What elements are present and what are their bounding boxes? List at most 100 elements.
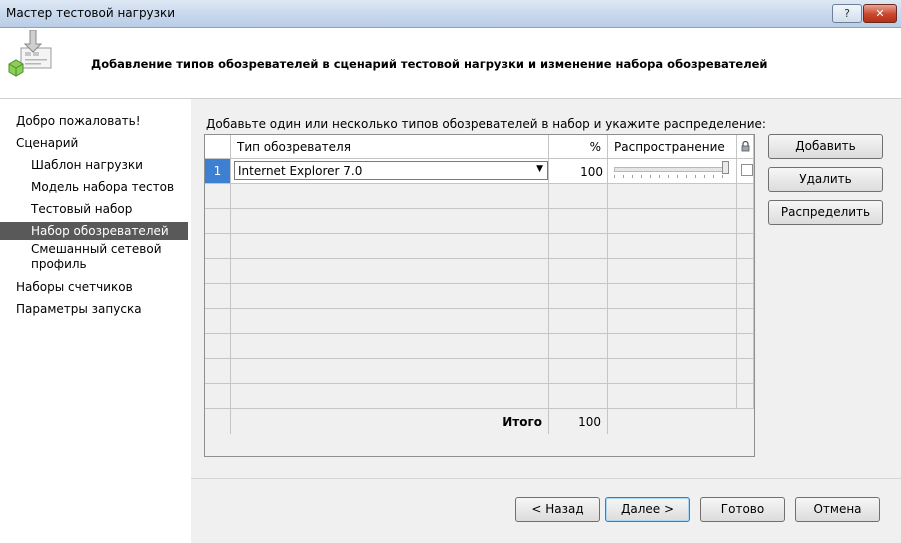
total-label-cell: Итого bbox=[231, 409, 549, 434]
empty-cell[interactable] bbox=[231, 284, 549, 309]
empty-cell[interactable] bbox=[737, 334, 754, 359]
column-header-label: Тип обозревателя bbox=[237, 140, 351, 154]
empty-cell[interactable] bbox=[549, 334, 608, 359]
row-number[interactable]: 1 bbox=[205, 159, 231, 184]
lock-checkbox[interactable] bbox=[741, 164, 753, 176]
add-button-label: Добавить bbox=[795, 139, 856, 153]
empty-cell[interactable] bbox=[737, 184, 754, 209]
empty-cell[interactable] bbox=[737, 309, 754, 334]
chevron-down-icon[interactable]: ▼ bbox=[536, 164, 543, 174]
distribution-slider-ticks bbox=[614, 175, 730, 178]
empty-row-header[interactable] bbox=[205, 284, 231, 309]
cancel-button-label: Отмена bbox=[813, 502, 862, 516]
empty-cell[interactable] bbox=[737, 259, 754, 284]
browser-type-combobox[interactable]: Internet Explorer 7.0 ▼ bbox=[234, 161, 548, 180]
column-header-browser-type[interactable]: Тип обозревателя bbox=[231, 135, 549, 159]
empty-cell[interactable] bbox=[608, 209, 737, 234]
empty-cell[interactable] bbox=[231, 334, 549, 359]
wizard-nav: Добро пожаловать! Сценарий Шаблон нагруз… bbox=[0, 99, 191, 543]
empty-cell[interactable] bbox=[231, 209, 549, 234]
column-header-label: % bbox=[589, 140, 601, 154]
help-button[interactable]: ? bbox=[832, 4, 862, 23]
empty-cell[interactable] bbox=[608, 384, 737, 409]
close-button[interactable]: ✕ bbox=[863, 4, 897, 23]
empty-cell[interactable] bbox=[549, 259, 608, 284]
empty-cell[interactable] bbox=[608, 309, 737, 334]
column-header-distribution[interactable]: Распространение bbox=[608, 135, 737, 159]
title-bar: Мастер тестовой нагрузки ? ✕ bbox=[0, 0, 901, 28]
distribute-button-label: Распределить bbox=[780, 205, 871, 219]
distribution-cell[interactable] bbox=[608, 159, 737, 184]
nav-item-scenario[interactable]: Сценарий bbox=[0, 134, 206, 152]
finish-button[interactable]: Готово bbox=[700, 497, 785, 522]
empty-row-header[interactable] bbox=[205, 234, 231, 259]
empty-row-header[interactable] bbox=[205, 184, 231, 209]
empty-cell[interactable] bbox=[737, 234, 754, 259]
empty-cell[interactable] bbox=[608, 359, 737, 384]
empty-cell[interactable] bbox=[549, 209, 608, 234]
footer-separator bbox=[191, 478, 901, 479]
distribution-slider-thumb[interactable] bbox=[722, 161, 729, 174]
empty-row-header[interactable] bbox=[205, 209, 231, 234]
empty-cell[interactable] bbox=[231, 184, 549, 209]
empty-cell[interactable] bbox=[549, 284, 608, 309]
distribution-slider-track[interactable] bbox=[614, 167, 729, 172]
distribute-button[interactable]: Распределить bbox=[768, 200, 883, 225]
percent-cell[interactable]: 100 bbox=[549, 159, 608, 184]
cancel-button[interactable]: Отмена bbox=[795, 497, 880, 522]
empty-cell[interactable] bbox=[549, 309, 608, 334]
finish-button-label: Готово bbox=[720, 502, 765, 516]
empty-cell[interactable] bbox=[549, 184, 608, 209]
page-title: Добавление типов обозревателей в сценари… bbox=[91, 57, 768, 71]
empty-cell[interactable] bbox=[549, 359, 608, 384]
empty-cell[interactable] bbox=[231, 384, 549, 409]
grid-corner bbox=[205, 135, 231, 159]
nav-item-test-mix[interactable]: Тестовый набор bbox=[0, 200, 221, 218]
empty-cell[interactable] bbox=[231, 259, 549, 284]
column-header-lock[interactable] bbox=[737, 135, 754, 159]
main-panel: Добавьте один или несколько типов обозре… bbox=[191, 99, 901, 543]
total-value: 100 bbox=[578, 415, 601, 429]
nav-item-welcome[interactable]: Добро пожаловать! bbox=[0, 112, 206, 130]
empty-cell[interactable] bbox=[231, 359, 549, 384]
empty-row-header[interactable] bbox=[205, 359, 231, 384]
empty-cell[interactable] bbox=[608, 234, 737, 259]
empty-cell[interactable] bbox=[608, 259, 737, 284]
browser-mix-grid[interactable]: Тип обозревателя % Распространение 1 Int… bbox=[204, 134, 755, 457]
next-button-label: Далее > bbox=[620, 502, 675, 516]
wizard-icon bbox=[8, 30, 52, 77]
add-button[interactable]: Добавить bbox=[768, 134, 883, 159]
back-button-label: < Назад bbox=[531, 502, 584, 516]
nav-item-run-settings[interactable]: Параметры запуска bbox=[0, 300, 206, 318]
column-header-percent[interactable]: % bbox=[549, 135, 608, 159]
empty-cell[interactable] bbox=[608, 334, 737, 359]
empty-row-header[interactable] bbox=[205, 384, 231, 409]
nav-item-test-mix-model[interactable]: Модель набора тестов bbox=[0, 178, 221, 196]
empty-cell[interactable] bbox=[737, 209, 754, 234]
percent-value: 100 bbox=[580, 165, 603, 179]
column-header-label: Распространение bbox=[614, 140, 725, 154]
empty-cell[interactable] bbox=[737, 384, 754, 409]
nav-item-counter-sets[interactable]: Наборы счетчиков bbox=[0, 278, 206, 296]
empty-cell[interactable] bbox=[549, 234, 608, 259]
empty-row-header[interactable] bbox=[205, 309, 231, 334]
lock-cell[interactable] bbox=[737, 159, 754, 184]
empty-row-header[interactable] bbox=[205, 334, 231, 359]
empty-cell[interactable] bbox=[737, 359, 754, 384]
empty-cell[interactable] bbox=[231, 309, 549, 334]
empty-cell[interactable] bbox=[549, 384, 608, 409]
nav-item-load-pattern[interactable]: Шаблон нагрузки bbox=[0, 156, 221, 174]
empty-cell[interactable] bbox=[737, 284, 754, 309]
remove-button[interactable]: Удалить bbox=[768, 167, 883, 192]
empty-cell[interactable] bbox=[608, 284, 737, 309]
lock-icon bbox=[741, 141, 750, 152]
back-button[interactable]: < Назад bbox=[515, 497, 600, 522]
nav-item-network-mix[interactable]: Смешанный сетевой профиль bbox=[0, 242, 181, 276]
next-button[interactable]: Далее > bbox=[605, 497, 690, 522]
empty-cell[interactable] bbox=[231, 234, 549, 259]
browser-type-cell[interactable]: Internet Explorer 7.0 ▼ bbox=[231, 159, 549, 184]
instruction-text: Добавьте один или несколько типов обозре… bbox=[206, 117, 766, 131]
nav-item-browser-mix[interactable]: Набор обозревателей bbox=[0, 222, 188, 240]
empty-cell[interactable] bbox=[608, 184, 737, 209]
empty-row-header[interactable] bbox=[205, 259, 231, 284]
